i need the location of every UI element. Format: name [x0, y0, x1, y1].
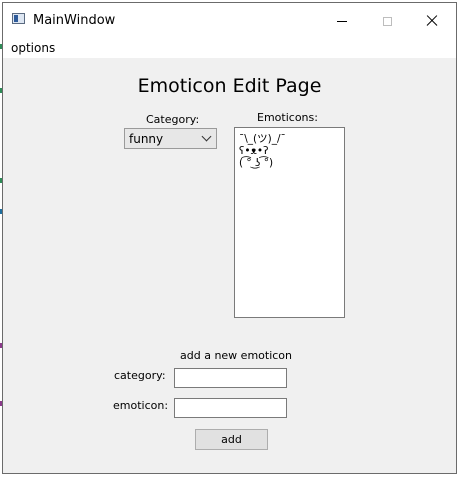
menu-options[interactable]: options [11, 41, 55, 55]
add-button[interactable]: add [195, 429, 268, 450]
list-item[interactable]: ʕ•ᴥ•ʔ [235, 145, 344, 157]
new-emoticon-input[interactable] [174, 398, 287, 418]
list-item[interactable]: ( ͡° ͜ʖ ͡°) [235, 157, 344, 169]
close-button[interactable] [409, 3, 455, 39]
new-category-label: category: [114, 369, 166, 382]
chevron-down-icon [201, 131, 212, 142]
emoticons-label: Emoticons: [257, 111, 318, 124]
minimize-button[interactable] [319, 3, 365, 39]
category-dropdown[interactable]: funny [124, 128, 217, 149]
app-window-icon [12, 13, 25, 24]
maximize-button[interactable] [364, 3, 410, 39]
emoticons-list[interactable]: ¯\_(ツ)_/¯ ʕ•ᴥ•ʔ ( ͡° ͜ʖ ͡°) [234, 127, 345, 318]
category-dropdown-value: funny [129, 132, 164, 146]
window-title: MainWindow [33, 13, 116, 28]
menu-bar: options [3, 39, 456, 58]
new-category-input[interactable] [174, 368, 287, 388]
maximize-icon [382, 16, 392, 26]
list-item[interactable]: ¯\_(ツ)_/¯ [235, 133, 344, 145]
category-label: Category: [146, 113, 200, 126]
title-bar[interactable]: MainWindow [3, 3, 456, 39]
minimize-icon [337, 20, 347, 22]
main-window: MainWindow options Emoticon Edit Page Ca… [2, 2, 457, 474]
new-emoticon-label: emoticon: [113, 399, 169, 412]
add-emoticon-heading: add a new emoticon [180, 349, 293, 362]
close-icon [426, 15, 438, 27]
page-title: Emoticon Edit Page [137, 75, 322, 97]
